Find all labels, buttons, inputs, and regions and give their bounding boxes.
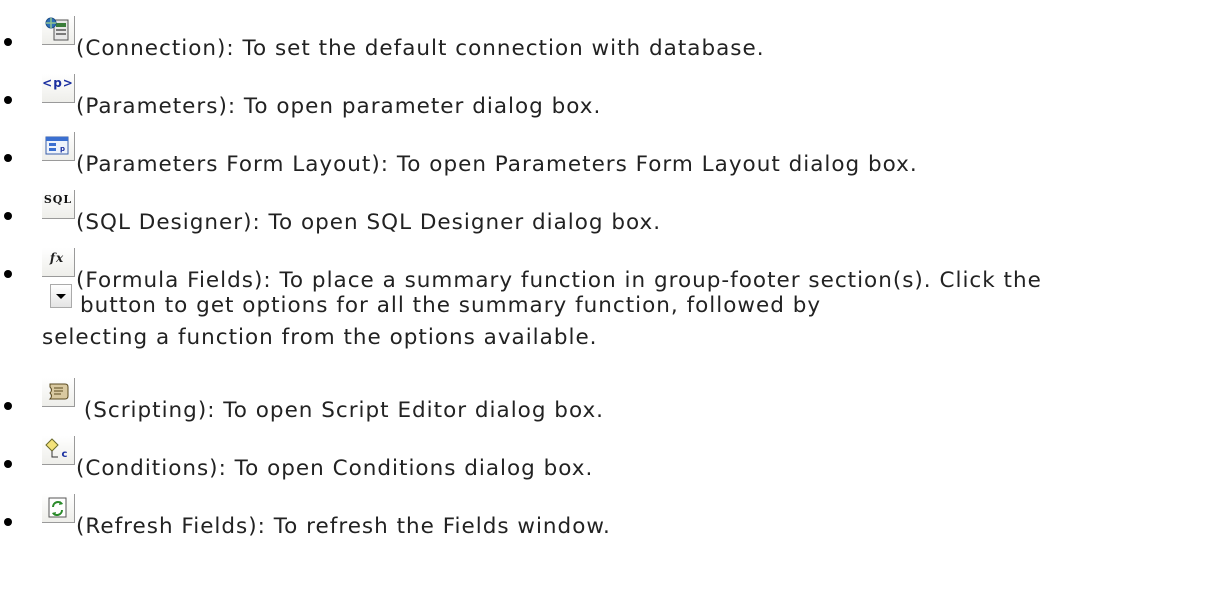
connection-description: (Connection): To set the default connect… bbox=[76, 36, 765, 61]
svg-text:p: p bbox=[60, 145, 66, 153]
formula-fields-line3: selecting a function from the options av… bbox=[42, 320, 598, 356]
scripting-icon bbox=[42, 378, 75, 407]
list-item: (Connection): To set the default connect… bbox=[0, 2, 1220, 61]
list-item-line: (Refresh Fields): To refresh the Fields … bbox=[42, 494, 611, 545]
formula-fields-continuation-2: selecting a function from the options av… bbox=[42, 325, 598, 350]
refresh-fields-icon bbox=[42, 494, 75, 523]
svg-text:<p>: <p> bbox=[43, 76, 73, 90]
bullet bbox=[4, 460, 12, 468]
svg-text:SQL: SQL bbox=[44, 193, 72, 206]
svg-text:fx: fx bbox=[49, 251, 64, 265]
list-item: SQL (SQL Designer): To open SQL Designer… bbox=[0, 176, 1220, 235]
document-page: (Connection): To set the default connect… bbox=[0, 0, 1220, 602]
parameters-icon: <p> bbox=[42, 74, 75, 103]
dropdown-arrow-icon[interactable] bbox=[50, 284, 72, 308]
bullet bbox=[4, 270, 12, 278]
list-item: (Scripting): To open Script Editor dialo… bbox=[0, 362, 1220, 423]
sql-designer-icon: SQL bbox=[42, 190, 75, 219]
list-item: c (Conditions): To open Conditions dialo… bbox=[0, 420, 1220, 481]
bullet bbox=[4, 154, 12, 162]
bullet bbox=[4, 518, 12, 526]
parameters-form-layout-icon: p bbox=[42, 132, 75, 161]
bullet bbox=[4, 402, 12, 410]
bullet bbox=[4, 96, 12, 104]
formula-fields-wrap: button to get options for all the summar… bbox=[42, 284, 1218, 324]
formula-fields-icon: fx bbox=[42, 248, 75, 277]
list-item: fx (Formula Fields): To place a summary … bbox=[0, 234, 1220, 354]
parameters-form-layout-description: (Parameters Form Layout): To open Parame… bbox=[76, 152, 918, 177]
formula-fields-continuation: button to get options for all the summar… bbox=[80, 293, 822, 318]
connection-icon bbox=[42, 16, 75, 45]
conditions-icon: c bbox=[42, 436, 75, 465]
refresh-fields-description: (Refresh Fields): To refresh the Fields … bbox=[76, 514, 611, 539]
bullet bbox=[4, 212, 12, 220]
parameters-description: (Parameters): To open parameter dialog b… bbox=[76, 94, 602, 119]
bullet bbox=[4, 38, 12, 46]
list-item: p (Parameters Form Layout): To open Para… bbox=[0, 118, 1220, 177]
svg-text:c: c bbox=[62, 449, 69, 460]
list-item: <p> (Parameters): To open parameter dial… bbox=[0, 60, 1220, 119]
list-item: (Refresh Fields): To refresh the Fields … bbox=[0, 478, 1220, 539]
sql-designer-description: (SQL Designer): To open SQL Designer dia… bbox=[76, 210, 662, 235]
